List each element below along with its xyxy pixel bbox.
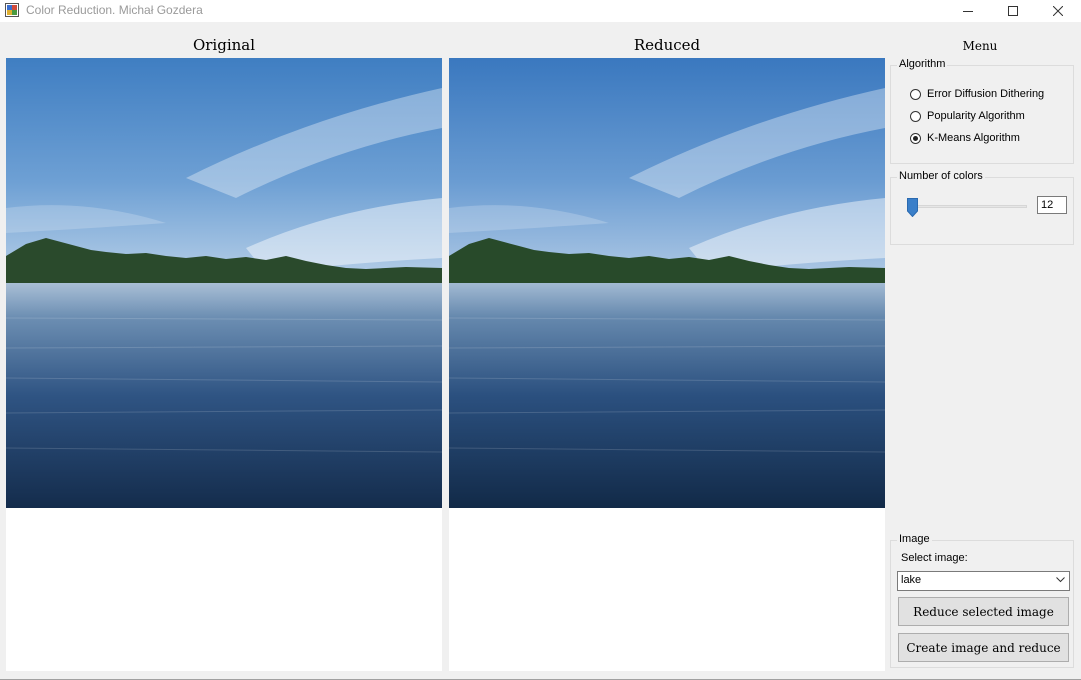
chevron-down-icon[interactable] — [1056, 577, 1065, 583]
colors-slider-track[interactable] — [907, 205, 1027, 208]
radio-indicator[interactable] — [910, 88, 921, 100]
original-image-panel — [6, 58, 442, 671]
colors-slider-thumb[interactable] — [907, 198, 918, 217]
title-bar: Color Reduction. Michał Gozdera — [0, 0, 1081, 22]
radio-label: Popularity Algorithm — [927, 110, 1025, 122]
menu-title: Menu — [962, 39, 998, 53]
maximize-button[interactable] — [990, 0, 1036, 22]
minimize-button[interactable] — [945, 0, 991, 22]
reduced-lake-image — [449, 58, 885, 508]
colors-group-label: Number of colors — [897, 170, 985, 182]
radio-label: Error Diffusion Dithering — [927, 88, 1045, 100]
radio-indicator[interactable] — [910, 132, 921, 144]
app-window-icon — [5, 3, 19, 17]
image-select[interactable]: lake — [897, 571, 1070, 591]
maximize-icon — [1008, 6, 1018, 16]
reduced-image-panel — [449, 58, 885, 671]
original-title: Original — [192, 36, 256, 54]
close-button[interactable] — [1035, 0, 1081, 22]
image-select-value: lake — [901, 574, 922, 586]
create-image-and-reduce-button[interactable]: Create image and reduce — [898, 633, 1069, 662]
radio-label: K-Means Algorithm — [927, 132, 1020, 144]
colors-group: Number of colors 12 — [890, 170, 1074, 245]
algorithm-group-label: Algorithm — [897, 58, 948, 70]
image-group-label: Image — [897, 533, 932, 545]
radio-popularity[interactable]: Popularity Algorithm — [910, 110, 1025, 122]
window-title: Color Reduction. Michał Gozdera — [26, 3, 203, 17]
radio-kmeans[interactable]: K-Means Algorithm — [910, 132, 1020, 144]
algorithm-group: Algorithm Error Diffusion Dithering Popu… — [890, 58, 1074, 164]
close-icon — [1053, 6, 1063, 16]
original-lake-image — [6, 58, 442, 508]
radio-error-diffusion[interactable]: Error Diffusion Dithering — [910, 88, 1044, 100]
select-image-label: Select image: — [901, 552, 968, 564]
reduced-title: Reduced — [633, 36, 701, 54]
reduce-selected-image-button[interactable]: Reduce selected image — [898, 597, 1069, 626]
colors-count-input[interactable]: 12 — [1037, 196, 1067, 214]
image-group: Image Select image: lake Reduce selected… — [890, 533, 1074, 668]
radio-indicator[interactable] — [910, 110, 921, 122]
app-window: Color Reduction. Michał Gozdera Original… — [0, 0, 1081, 680]
minimize-icon — [963, 11, 973, 12]
